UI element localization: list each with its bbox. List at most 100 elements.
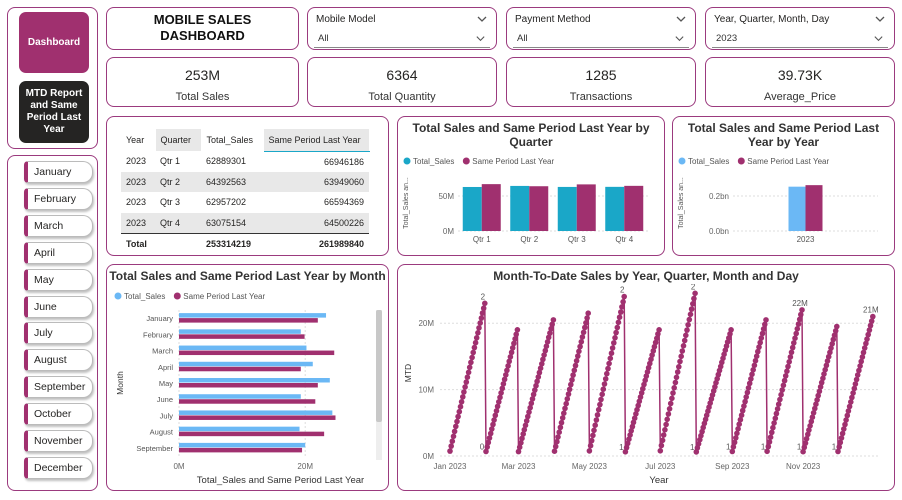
data-point[interactable]	[594, 412, 601, 418]
data-point[interactable]	[618, 309, 624, 315]
data-point[interactable]	[777, 396, 783, 403]
data-point[interactable]	[685, 322, 691, 328]
data-point[interactable]	[447, 448, 453, 454]
data-point[interactable]	[619, 304, 625, 310]
bar[interactable]	[179, 361, 313, 367]
data-point[interactable]	[680, 343, 687, 349]
data-point[interactable]	[778, 391, 784, 398]
data-point[interactable]	[564, 396, 571, 402]
bar[interactable]	[179, 318, 318, 323]
data-point[interactable]	[476, 325, 482, 331]
month-button-february[interactable]: February	[24, 187, 93, 210]
data-point[interactable]	[686, 316, 693, 323]
data-point[interactable]	[671, 385, 677, 391]
data-point[interactable]	[799, 307, 805, 313]
data-point[interactable]	[451, 428, 458, 435]
data-point[interactable]	[683, 332, 689, 339]
data-point[interactable]	[620, 299, 626, 305]
bar[interactable]	[462, 186, 482, 231]
data-point[interactable]	[607, 355, 614, 362]
data-point[interactable]	[471, 344, 478, 351]
data-point[interactable]	[602, 376, 609, 382]
data-point[interactable]	[663, 421, 669, 428]
column-header[interactable]: Year	[121, 129, 156, 151]
data-point[interactable]	[780, 382, 787, 389]
data-point[interactable]	[687, 311, 694, 318]
data-point[interactable]	[559, 415, 566, 421]
data-point[interactable]	[676, 364, 682, 370]
data-point[interactable]	[579, 334, 586, 340]
data-point[interactable]	[599, 391, 605, 398]
data-point[interactable]	[514, 327, 521, 333]
data-point[interactable]	[482, 300, 488, 307]
data-point[interactable]	[448, 443, 454, 449]
bar[interactable]	[179, 431, 325, 437]
month-button-october[interactable]: October	[24, 403, 93, 426]
data-point[interactable]	[576, 348, 582, 355]
data-point[interactable]	[473, 335, 480, 341]
data-point[interactable]	[794, 326, 801, 332]
data-point[interactable]	[582, 324, 588, 331]
data-point[interactable]	[669, 395, 675, 402]
bar[interactable]	[179, 394, 301, 399]
data-point[interactable]	[552, 443, 559, 450]
data-point[interactable]	[573, 358, 580, 364]
bar[interactable]	[179, 410, 333, 415]
data-point[interactable]	[684, 327, 690, 333]
data-point[interactable]	[615, 319, 622, 326]
data-point[interactable]	[656, 327, 662, 333]
chevron-down-icon[interactable]	[476, 13, 488, 25]
data-point[interactable]	[585, 310, 591, 316]
data-point[interactable]	[782, 373, 789, 379]
data-point[interactable]	[593, 417, 600, 423]
data-point[interactable]	[786, 359, 792, 365]
data-point[interactable]	[657, 448, 664, 454]
data-point[interactable]	[554, 438, 560, 445]
data-point[interactable]	[450, 433, 457, 440]
data-point[interactable]	[590, 432, 596, 439]
data-point[interactable]	[660, 432, 667, 438]
payment-method-select[interactable]: All	[513, 30, 689, 48]
data-point[interactable]	[771, 420, 777, 426]
data-point[interactable]	[674, 369, 681, 375]
data-point[interactable]	[614, 324, 621, 331]
data-point[interactable]	[558, 419, 565, 426]
month-button-august[interactable]: August	[24, 349, 93, 372]
month-button-july[interactable]: July	[24, 322, 93, 345]
data-point[interactable]	[667, 400, 674, 407]
data-point[interactable]	[569, 377, 575, 383]
data-point[interactable]	[781, 377, 788, 384]
bar[interactable]	[179, 350, 335, 356]
bar[interactable]	[788, 186, 806, 231]
data-point[interactable]	[454, 418, 460, 425]
data-point[interactable]	[688, 306, 695, 312]
data-point[interactable]	[773, 410, 780, 417]
data-point[interactable]	[604, 370, 610, 377]
data-point[interactable]	[772, 415, 779, 422]
month-button-april[interactable]: April	[24, 241, 93, 264]
data-point[interactable]	[580, 329, 587, 336]
bar[interactable]	[510, 185, 530, 231]
column-header[interactable]: Quarter	[155, 129, 202, 151]
data-point[interactable]	[606, 360, 612, 367]
data-point[interactable]	[460, 394, 466, 400]
data-point[interactable]	[765, 443, 772, 450]
data-point[interactable]	[834, 323, 840, 330]
data-point[interactable]	[679, 348, 686, 354]
data-point[interactable]	[556, 429, 562, 435]
data-point[interactable]	[578, 339, 585, 345]
data-point[interactable]	[775, 401, 782, 407]
data-point[interactable]	[587, 442, 594, 449]
data-point[interactable]	[577, 343, 583, 350]
scrollbar-thumb[interactable]	[376, 310, 382, 422]
data-point[interactable]	[673, 374, 680, 381]
data-point[interactable]	[770, 424, 776, 431]
data-point[interactable]	[691, 295, 697, 302]
data-point[interactable]	[600, 386, 607, 392]
data-point[interactable]	[463, 379, 470, 385]
data-point[interactable]	[588, 437, 595, 444]
data-point[interactable]	[461, 389, 467, 395]
month-button-september[interactable]: September	[24, 376, 93, 399]
data-point[interactable]	[796, 316, 803, 323]
chevron-down-icon[interactable]	[675, 13, 687, 25]
